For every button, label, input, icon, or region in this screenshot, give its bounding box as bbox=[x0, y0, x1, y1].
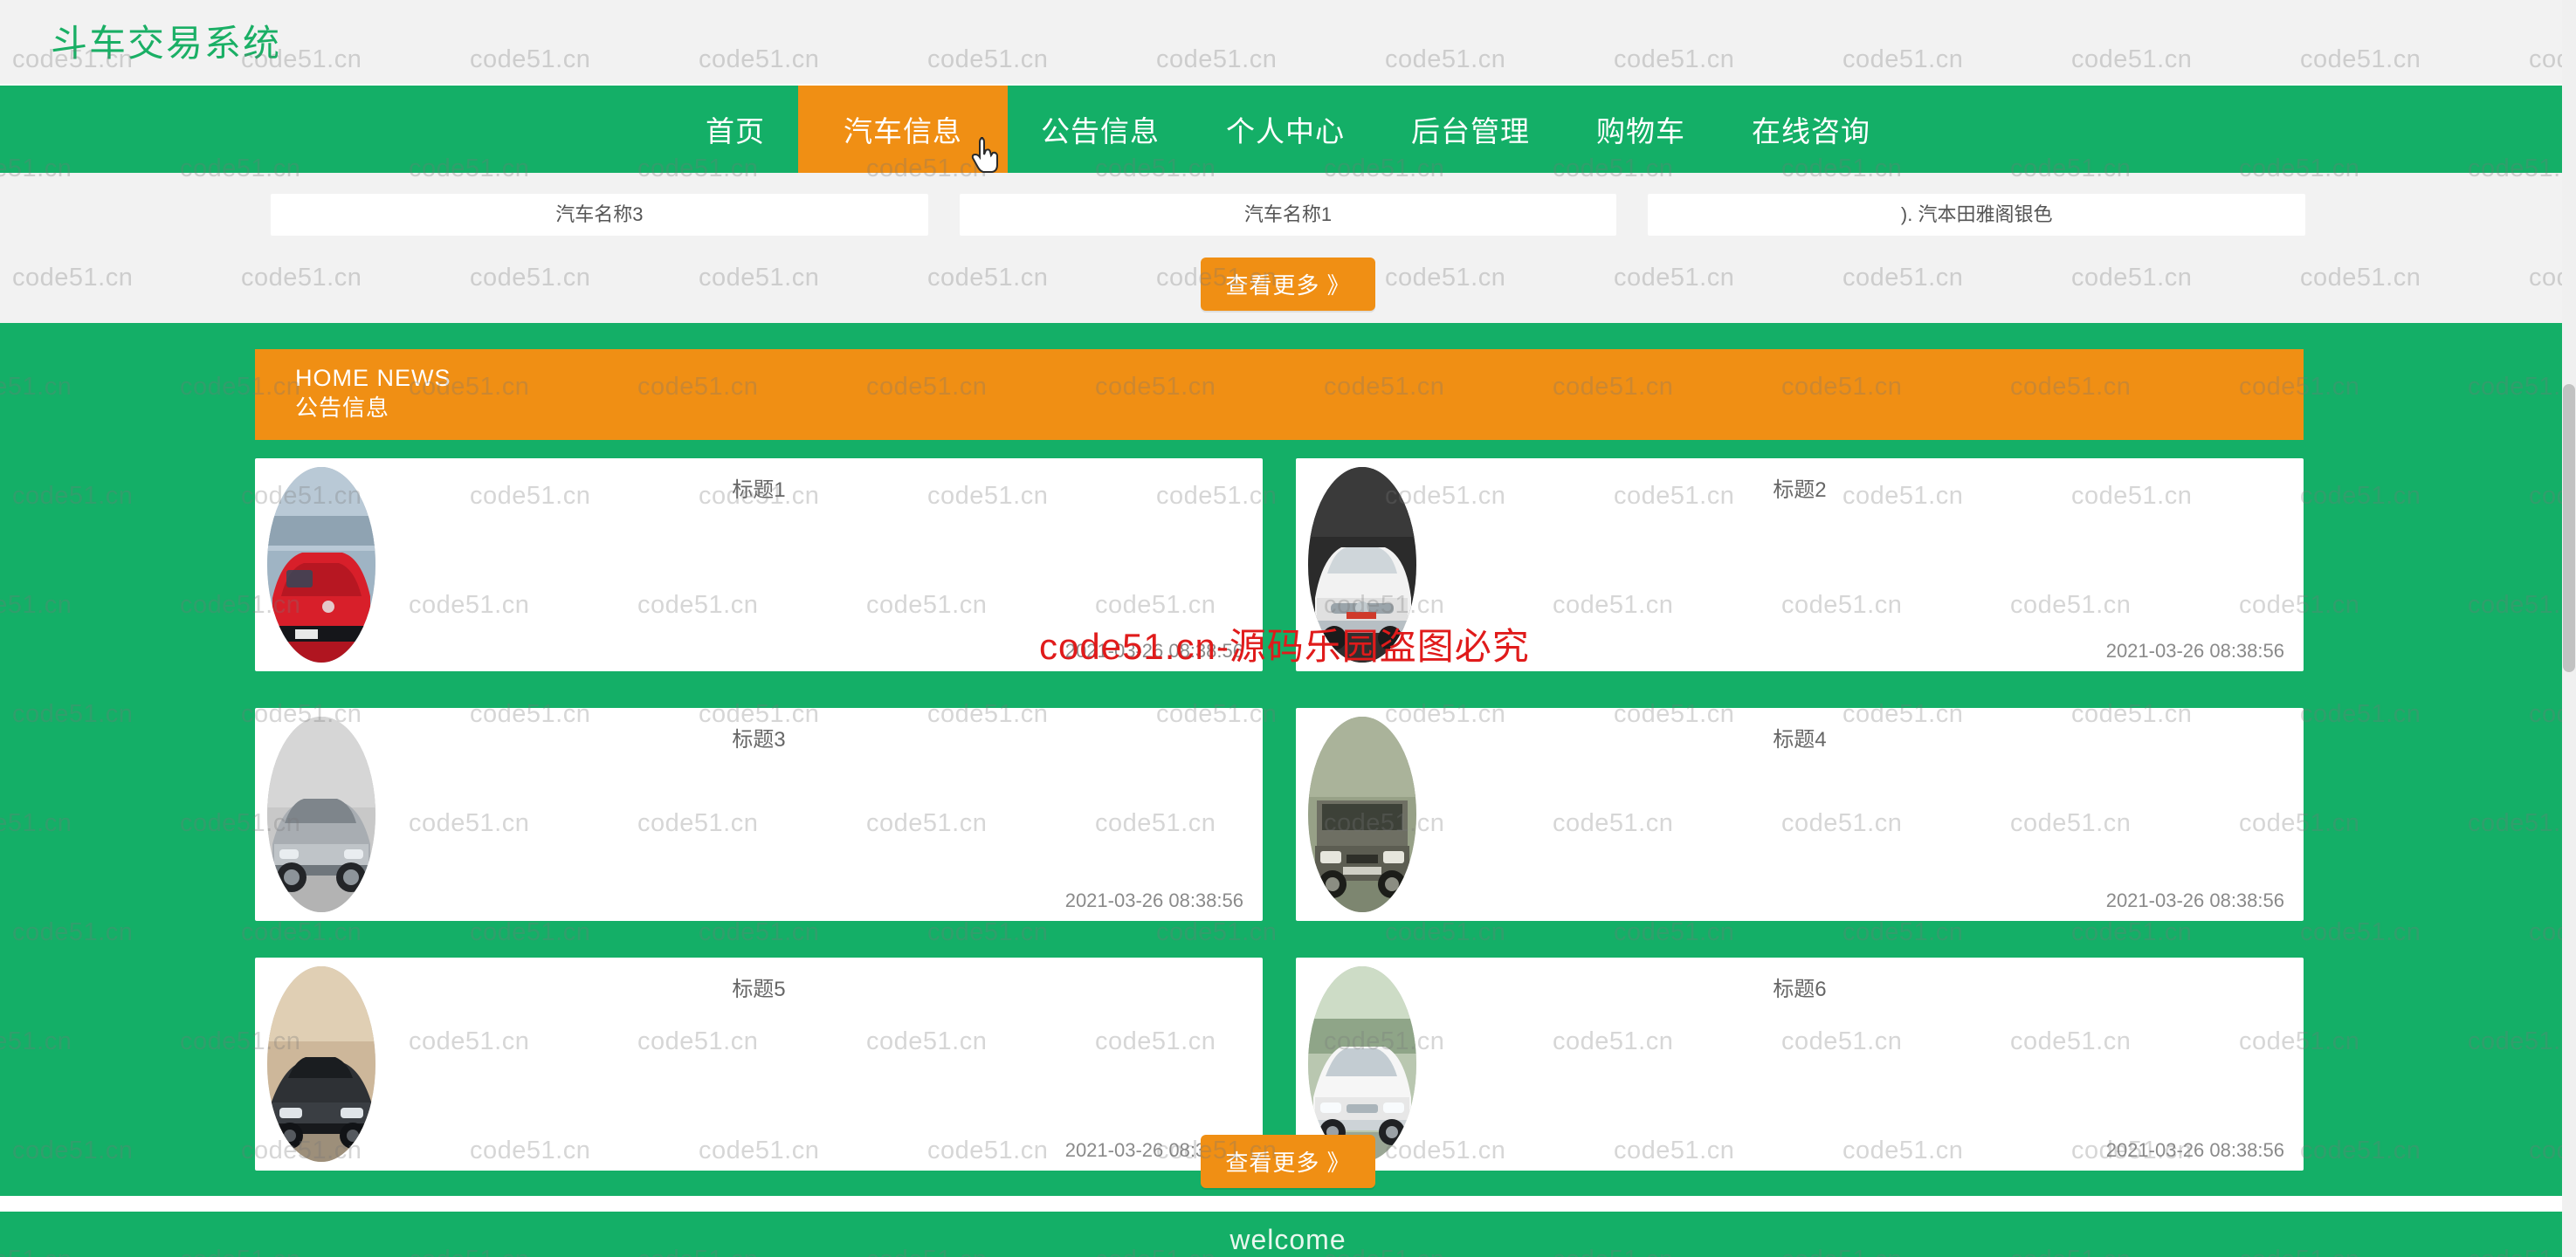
car-result-name: 汽车名称3 bbox=[555, 203, 644, 225]
nav-item-online-consult[interactable]: 在线咨询 bbox=[1718, 86, 1904, 173]
car-view-more-button[interactable]: 查看更多 》 bbox=[1201, 258, 1375, 311]
nav-item-admin[interactable]: 后台管理 bbox=[1378, 86, 1563, 173]
news-view-more-button[interactable]: 查看更多 》 bbox=[1201, 1135, 1375, 1188]
car-result-card[interactable]: 汽车名称3 bbox=[271, 194, 928, 236]
car-result-card[interactable]: 汽车名称1 bbox=[959, 194, 1617, 236]
car-result-card-row: 汽车名称3 汽车名称1 ). 汽本田雅阁银色 bbox=[0, 194, 2576, 237]
news-card-date: 2021-03-26 08:38:56 bbox=[1064, 890, 1243, 911]
news-more-button-wrap: 查看更多 》 bbox=[0, 1135, 2576, 1188]
car-result-name: 汽车名称1 bbox=[1243, 203, 1333, 225]
nav-items-container: 首页 汽车信息 公告信息 个人中心 后台管理 购物车 在线咨询 bbox=[0, 86, 2576, 173]
car-result-name: ). 汽本田雅阁银色 bbox=[1900, 203, 2053, 225]
footer-divider bbox=[0, 1196, 2576, 1212]
vertical-scrollbar[interactable] bbox=[2562, 0, 2576, 1257]
news-card-title: 标题6 bbox=[1773, 978, 1827, 1001]
car-more-button-wrap: 查看更多 》 bbox=[0, 258, 2576, 311]
news-card[interactable]: 标题2 2021-03-26 08:38:56 bbox=[1296, 458, 2304, 671]
nav-item-cart[interactable]: 购物车 bbox=[1563, 86, 1718, 173]
news-section-header: HOME NEWS 公告信息 bbox=[255, 349, 2304, 440]
car-result-card[interactable]: ). 汽本田雅阁银色 bbox=[1648, 194, 2306, 236]
news-section: HOME NEWS 公告信息 标题1 2021-03-26 08:38:56 标… bbox=[0, 323, 2576, 1196]
news-card-title: 标题2 bbox=[1773, 478, 1827, 502]
news-card-title: 标题1 bbox=[732, 478, 786, 502]
scrollbar-thumb[interactable] bbox=[2563, 384, 2575, 672]
nav-item-announcements[interactable]: 公告信息 bbox=[1008, 86, 1193, 173]
news-card-date: 2021-03-26 08:38:56 bbox=[2105, 890, 2284, 911]
page-root: 汽车名称3 汽车名称1 ). 汽本田雅阁银色 查看更多 》 HOME NEWS … bbox=[0, 0, 2576, 1257]
site-brand-title: 斗车交易系统 bbox=[51, 23, 282, 64]
news-card-title: 标题3 bbox=[732, 728, 786, 752]
news-card[interactable]: 标题1 2021-03-26 08:38:56 bbox=[255, 458, 1263, 671]
welcome-band: welcome bbox=[0, 1212, 2576, 1257]
news-header-en: HOME NEWS bbox=[295, 365, 451, 391]
news-card-title: 标题5 bbox=[732, 978, 786, 1001]
news-card-date: 2021-03-26 08:38:56 bbox=[1064, 640, 1243, 662]
top-header-bar: 斗车交易系统 bbox=[0, 0, 2576, 86]
nav-item-personal-center[interactable]: 个人中心 bbox=[1193, 86, 1378, 173]
news-card[interactable]: 标题3 2021-03-26 08:38:56 bbox=[255, 708, 1263, 921]
news-card-date: 2021-03-26 08:38:56 bbox=[2105, 640, 2284, 662]
welcome-text: welcome bbox=[1229, 1224, 1347, 1255]
news-card-title: 标题4 bbox=[1773, 728, 1827, 752]
news-card-grid: 标题1 2021-03-26 08:38:56 标题2 2021-03-26 0… bbox=[255, 458, 2304, 1171]
news-card[interactable]: 标题4 2021-03-26 08:38:56 bbox=[1296, 708, 2304, 921]
nav-item-car-info[interactable]: 汽车信息 bbox=[798, 86, 1008, 173]
news-header-cn: 公告信息 bbox=[295, 395, 390, 421]
main-navigation-bar: 首页 汽车信息 公告信息 个人中心 后台管理 购物车 在线咨询 bbox=[0, 86, 2576, 173]
nav-item-home[interactable]: 首页 bbox=[672, 86, 798, 173]
